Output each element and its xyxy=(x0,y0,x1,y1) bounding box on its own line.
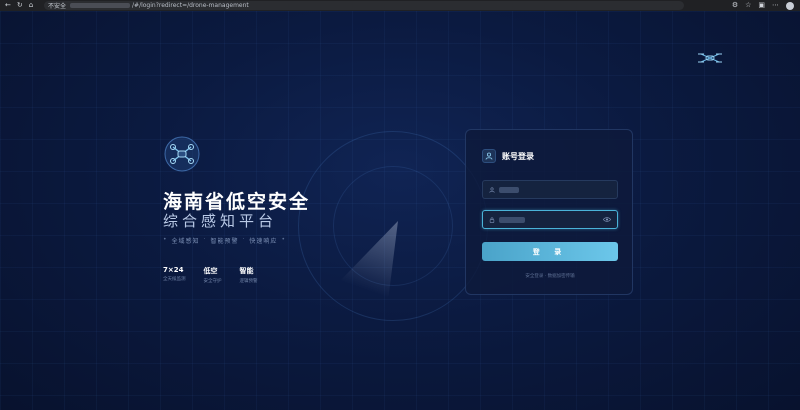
stat-caption: 安全守护 xyxy=(203,279,222,284)
radar-ring-inner xyxy=(333,166,453,286)
stat-value: 7×24 xyxy=(163,266,184,274)
redacted-username xyxy=(499,186,519,193)
login-header: 账号登录 xyxy=(482,149,534,163)
tagline-item: 智能预警 xyxy=(210,238,239,245)
password-field[interactable] xyxy=(482,210,618,229)
user-badge-icon xyxy=(482,149,496,163)
stat-item: 7×24 全天候监测 xyxy=(163,266,186,284)
reload-icon[interactable]: ↻ xyxy=(17,0,23,11)
login-button[interactable]: 登 录 xyxy=(482,242,618,261)
stat-value: 智能 xyxy=(239,267,254,275)
tagline-item: 快速响应 xyxy=(249,238,278,245)
login-title: 账号登录 xyxy=(502,151,534,161)
back-icon[interactable]: ← xyxy=(5,0,11,11)
stat-caption: 逻辑预警 xyxy=(239,279,258,284)
feature-stats: 7×24 全天候监测 低空 安全守护 智能 逻辑预警 xyxy=(163,266,258,284)
favorite-icon[interactable]: ☆ xyxy=(745,0,751,11)
stat-caption: 全天候监测 xyxy=(163,277,186,282)
redacted-password xyxy=(499,216,525,223)
browser-toolbar: ← ↻ ⌂ 不安全 /#/login?redirect=/drone-manag… xyxy=(0,0,800,11)
address-bar[interactable]: 不安全 /#/login?redirect=/drone-management xyxy=(44,1,684,10)
tagline-item: 全域感知 xyxy=(171,238,200,245)
collections-icon[interactable]: ▣ xyxy=(758,0,765,11)
extension-icon[interactable]: ⚙ xyxy=(732,0,738,11)
security-warning[interactable]: 不安全 xyxy=(48,1,66,10)
platform-subtitle: 综合感知平台 xyxy=(163,212,278,230)
lock-icon xyxy=(489,216,495,223)
page-background xyxy=(0,11,800,410)
stat-item: 低空 安全守护 xyxy=(204,266,222,284)
username-field[interactable] xyxy=(482,180,618,199)
browser-actions: ⚙ ☆ ▣ ⋯ xyxy=(732,0,794,11)
platform-tagline: • 全域感知 · 智能预警 · 快速响应 • xyxy=(163,236,286,245)
stat-value: 低空 xyxy=(203,267,218,275)
more-icon[interactable]: ⋯ xyxy=(772,0,779,11)
login-card: 账号登录 登 录 安全登录 · 数据加密传输 xyxy=(465,129,633,295)
eye-icon[interactable] xyxy=(603,216,611,223)
drone-logo-icon xyxy=(164,136,200,172)
url-path: /#/login?redirect=/drone-management xyxy=(132,2,249,9)
user-icon xyxy=(489,186,495,193)
home-icon[interactable]: ⌂ xyxy=(29,0,33,11)
drone-icon xyxy=(698,53,722,63)
stat-item: 智能 逻辑预警 xyxy=(240,266,258,284)
profile-avatar[interactable] xyxy=(786,1,794,10)
redacted-host xyxy=(70,3,131,8)
login-footer-note: 安全登录 · 数据加密传输 xyxy=(525,274,575,279)
browser-nav: ← ↻ ⌂ xyxy=(5,0,33,11)
